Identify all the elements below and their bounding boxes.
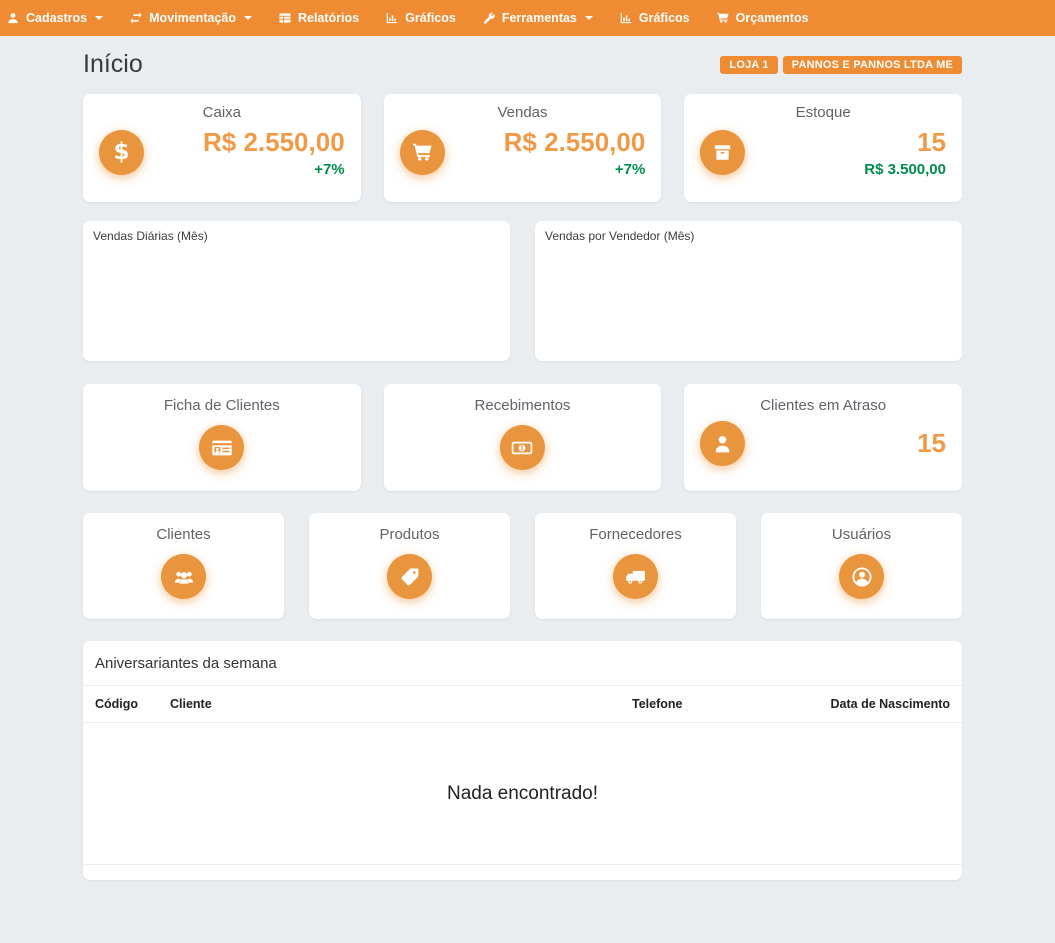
- svg-text:1: 1: [520, 445, 524, 452]
- nav-label: Ferramentas: [502, 11, 577, 25]
- chart-card-vendas-diarias: Vendas Diárias (Mês): [83, 221, 510, 361]
- stat-value: R$ 2.550,00: [445, 128, 646, 157]
- user-circle-icon: [839, 554, 884, 599]
- nav-item-orcamentos[interactable]: Orçamentos: [703, 0, 822, 36]
- stat-delta: +7%: [445, 161, 646, 178]
- nav-label: Movimentação: [149, 11, 236, 25]
- caret-down-icon: [585, 16, 593, 20]
- stat-delta: R$ 3.500,00: [745, 161, 946, 178]
- shortcuts-row-2: Clientes Produtos Fornecedores: [83, 513, 962, 619]
- card-usuarios[interactable]: Usuários: [761, 513, 962, 619]
- bar-chart-icon: [385, 11, 399, 25]
- stat-card-estoque: Estoque 15 R$ 3.500,00: [684, 94, 962, 202]
- wrench-icon: [482, 11, 496, 25]
- card-clientes-em-atraso[interactable]: Clientes em Atraso 15: [684, 384, 962, 491]
- card-title: Fornecedores: [535, 526, 736, 543]
- page-header: Início LOJA 1 PANNOS E PANNOS LTDA ME: [83, 50, 962, 79]
- charts-row: Vendas Diárias (Mês) Vendas por Vendedor…: [83, 221, 962, 361]
- stats-row: Caixa $ R$ 2.550,00 +7% Vendas R$ 2.550,…: [83, 94, 962, 202]
- company-badge[interactable]: PANNOS E PANNOS LTDA ME: [783, 56, 962, 74]
- main-content: Início LOJA 1 PANNOS E PANNOS LTDA ME Ca…: [83, 50, 962, 932]
- card-title: Clientes em Atraso: [700, 397, 946, 414]
- panel-title: Aniversariantes da semana: [83, 641, 962, 686]
- nav-label: Gráficos: [405, 11, 456, 25]
- stat-value: R$ 2.550,00: [144, 128, 345, 157]
- page-title: Início: [83, 50, 143, 79]
- users-icon: [161, 554, 206, 599]
- column-header-nascimento: Data de Nascimento: [790, 697, 950, 711]
- card-fornecedores[interactable]: Fornecedores: [535, 513, 736, 619]
- nav-item-relatorios[interactable]: Relatórios: [265, 0, 372, 36]
- nav-label: Cadastros: [26, 11, 87, 25]
- id-card-icon: [199, 425, 244, 470]
- shopping-cart-icon: [400, 130, 445, 175]
- box-icon: [700, 130, 745, 175]
- column-header-telefone: Telefone: [632, 697, 790, 711]
- stat-card-vendas: Vendas R$ 2.550,00 +7%: [384, 94, 662, 202]
- shopping-cart-icon: [716, 11, 730, 25]
- table-icon: [278, 11, 292, 25]
- card-produtos[interactable]: Produtos: [309, 513, 510, 619]
- nav-label: Gráficos: [639, 11, 690, 25]
- store-badge[interactable]: LOJA 1: [720, 56, 777, 74]
- card-recebimentos[interactable]: Recebimentos 1: [384, 384, 662, 491]
- chart-title: Vendas Diárias (Mês): [93, 229, 500, 243]
- stat-delta: +7%: [144, 161, 345, 178]
- chart-card-vendas-vendedor: Vendas por Vendedor (Mês): [535, 221, 962, 361]
- dollar-icon: $: [99, 130, 144, 175]
- nav-item-graficos-1[interactable]: Gráficos: [372, 0, 469, 36]
- table-empty-state: Nada encontrado!: [83, 723, 962, 864]
- card-ficha-de-clientes[interactable]: Ficha de Clientes: [83, 384, 361, 491]
- money-bill-icon: 1: [500, 425, 545, 470]
- caret-down-icon: [244, 16, 252, 20]
- card-title: Ficha de Clientes: [83, 397, 361, 414]
- empty-message: Nada encontrado!: [447, 783, 598, 805]
- stat-value: 15: [745, 128, 946, 157]
- card-title: Usuários: [761, 526, 962, 543]
- user-icon: [6, 11, 20, 25]
- stat-title: Vendas: [400, 104, 646, 121]
- card-title: Clientes: [83, 526, 284, 543]
- table-header-row: Código Cliente Telefone Data de Nascimen…: [83, 686, 962, 723]
- stat-card-caixa: Caixa $ R$ 2.550,00 +7%: [83, 94, 361, 202]
- stat-title: Caixa: [99, 104, 345, 121]
- person-icon: [700, 421, 745, 466]
- stat-value: 15: [745, 429, 946, 458]
- panel-footer: [83, 864, 962, 880]
- shortcuts-row-1: Ficha de Clientes Recebimentos 1 Cliente…: [83, 384, 962, 491]
- bar-chart-icon: [619, 11, 633, 25]
- card-clientes[interactable]: Clientes: [83, 513, 284, 619]
- column-header-codigo: Código: [95, 697, 170, 711]
- header-badges: LOJA 1 PANNOS E PANNOS LTDA ME: [720, 56, 962, 74]
- exchange-icon: [129, 11, 143, 25]
- tag-icon: [387, 554, 432, 599]
- card-title: Produtos: [309, 526, 510, 543]
- top-navbar: Cadastros Movimentação Relatórios Gráfic…: [0, 0, 1055, 36]
- nav-item-ferramentas[interactable]: Ferramentas: [469, 0, 606, 36]
- nav-label: Orçamentos: [736, 11, 809, 25]
- nav-item-movimentacao[interactable]: Movimentação: [116, 0, 265, 36]
- chart-title: Vendas por Vendedor (Mês): [545, 229, 952, 243]
- stat-title: Estoque: [700, 104, 946, 121]
- card-title: Recebimentos: [384, 397, 662, 414]
- column-header-cliente: Cliente: [170, 697, 632, 711]
- truck-icon: [613, 554, 658, 599]
- birthdays-panel: Aniversariantes da semana Código Cliente…: [83, 641, 962, 880]
- nav-item-cadastros[interactable]: Cadastros: [0, 0, 116, 36]
- caret-down-icon: [95, 16, 103, 20]
- nav-label: Relatórios: [298, 11, 359, 25]
- nav-item-graficos-2[interactable]: Gráficos: [606, 0, 703, 36]
